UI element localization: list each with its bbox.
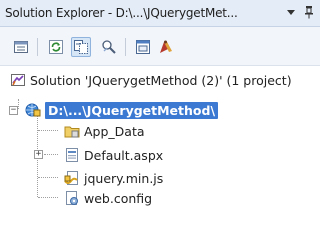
nest-related-files-button[interactable] bbox=[99, 37, 119, 57]
tree-item-label: App_Data bbox=[84, 123, 145, 139]
view-code-icon bbox=[136, 40, 150, 54]
solution-explorer-titlebar: Solution Explorer - D:\...\JQuerygetMet.… bbox=[0, 0, 320, 27]
tree-connector bbox=[38, 197, 58, 198]
tree-node-jquery-min-js[interactable]: jquery.min.js bbox=[64, 168, 163, 188]
tree-node-default-aspx[interactable]: Default.aspx bbox=[64, 145, 163, 165]
solution-tree: Solution 'JQuerygetMethod (2)' (1 projec… bbox=[0, 66, 320, 250]
tree-connector bbox=[38, 130, 58, 131]
window-position-dropdown-button[interactable] bbox=[284, 5, 298, 19]
show-all-files-button[interactable] bbox=[71, 37, 91, 57]
refresh-button[interactable] bbox=[46, 37, 66, 57]
solution-icon bbox=[11, 74, 25, 86]
auto-hide-pin-button[interactable] bbox=[302, 5, 316, 19]
web-project-icon bbox=[25, 103, 41, 117]
toolbar-separator bbox=[125, 38, 126, 56]
tree-node-web-config[interactable]: web.config bbox=[64, 188, 152, 208]
view-designer-icon bbox=[160, 40, 172, 53]
tree-node-app-data[interactable]: App_Data bbox=[64, 121, 145, 141]
tree-item-label: jquery.min.js bbox=[84, 170, 164, 186]
pin-icon bbox=[305, 6, 313, 19]
solution-explorer-toolbar bbox=[0, 27, 320, 66]
aspx-page-icon bbox=[66, 148, 78, 162]
window-title: Solution Explorer - D:\...\JQuerygetMet.… bbox=[5, 6, 238, 20]
tree-item-label: web.config bbox=[84, 190, 153, 206]
tree-connector bbox=[44, 154, 58, 155]
tree-node-solution[interactable]: Solution 'JQuerygetMethod (2)' (1 projec… bbox=[10, 70, 292, 90]
tree-item-label: Default.aspx bbox=[84, 147, 164, 163]
tree-connector bbox=[18, 99, 19, 109]
view-code-button[interactable] bbox=[133, 37, 153, 57]
properties-icon bbox=[14, 41, 28, 53]
refresh-icon bbox=[49, 40, 63, 54]
project-collapse-toggle[interactable]: − bbox=[9, 106, 18, 115]
project-label: D:\...\JQuerygetMethod\ bbox=[45, 101, 219, 119]
tree-connector bbox=[38, 177, 58, 178]
show-all-files-icon bbox=[74, 40, 88, 54]
config-file-icon bbox=[66, 191, 78, 205]
javascript-file-icon bbox=[64, 171, 78, 185]
view-designer-button[interactable] bbox=[156, 37, 176, 57]
solution-label: Solution 'JQuerygetMethod (2)' (1 projec… bbox=[30, 72, 292, 88]
default-aspx-expand-toggle[interactable]: + bbox=[34, 150, 43, 159]
chevron-down-icon bbox=[287, 10, 295, 15]
properties-button[interactable] bbox=[11, 37, 31, 57]
toolbar-separator bbox=[37, 38, 38, 56]
tree-node-project[interactable]: D:\...\JQuerygetMethod\ bbox=[25, 100, 219, 120]
folder-icon bbox=[64, 126, 80, 138]
nest-related-files-icon bbox=[102, 40, 116, 54]
